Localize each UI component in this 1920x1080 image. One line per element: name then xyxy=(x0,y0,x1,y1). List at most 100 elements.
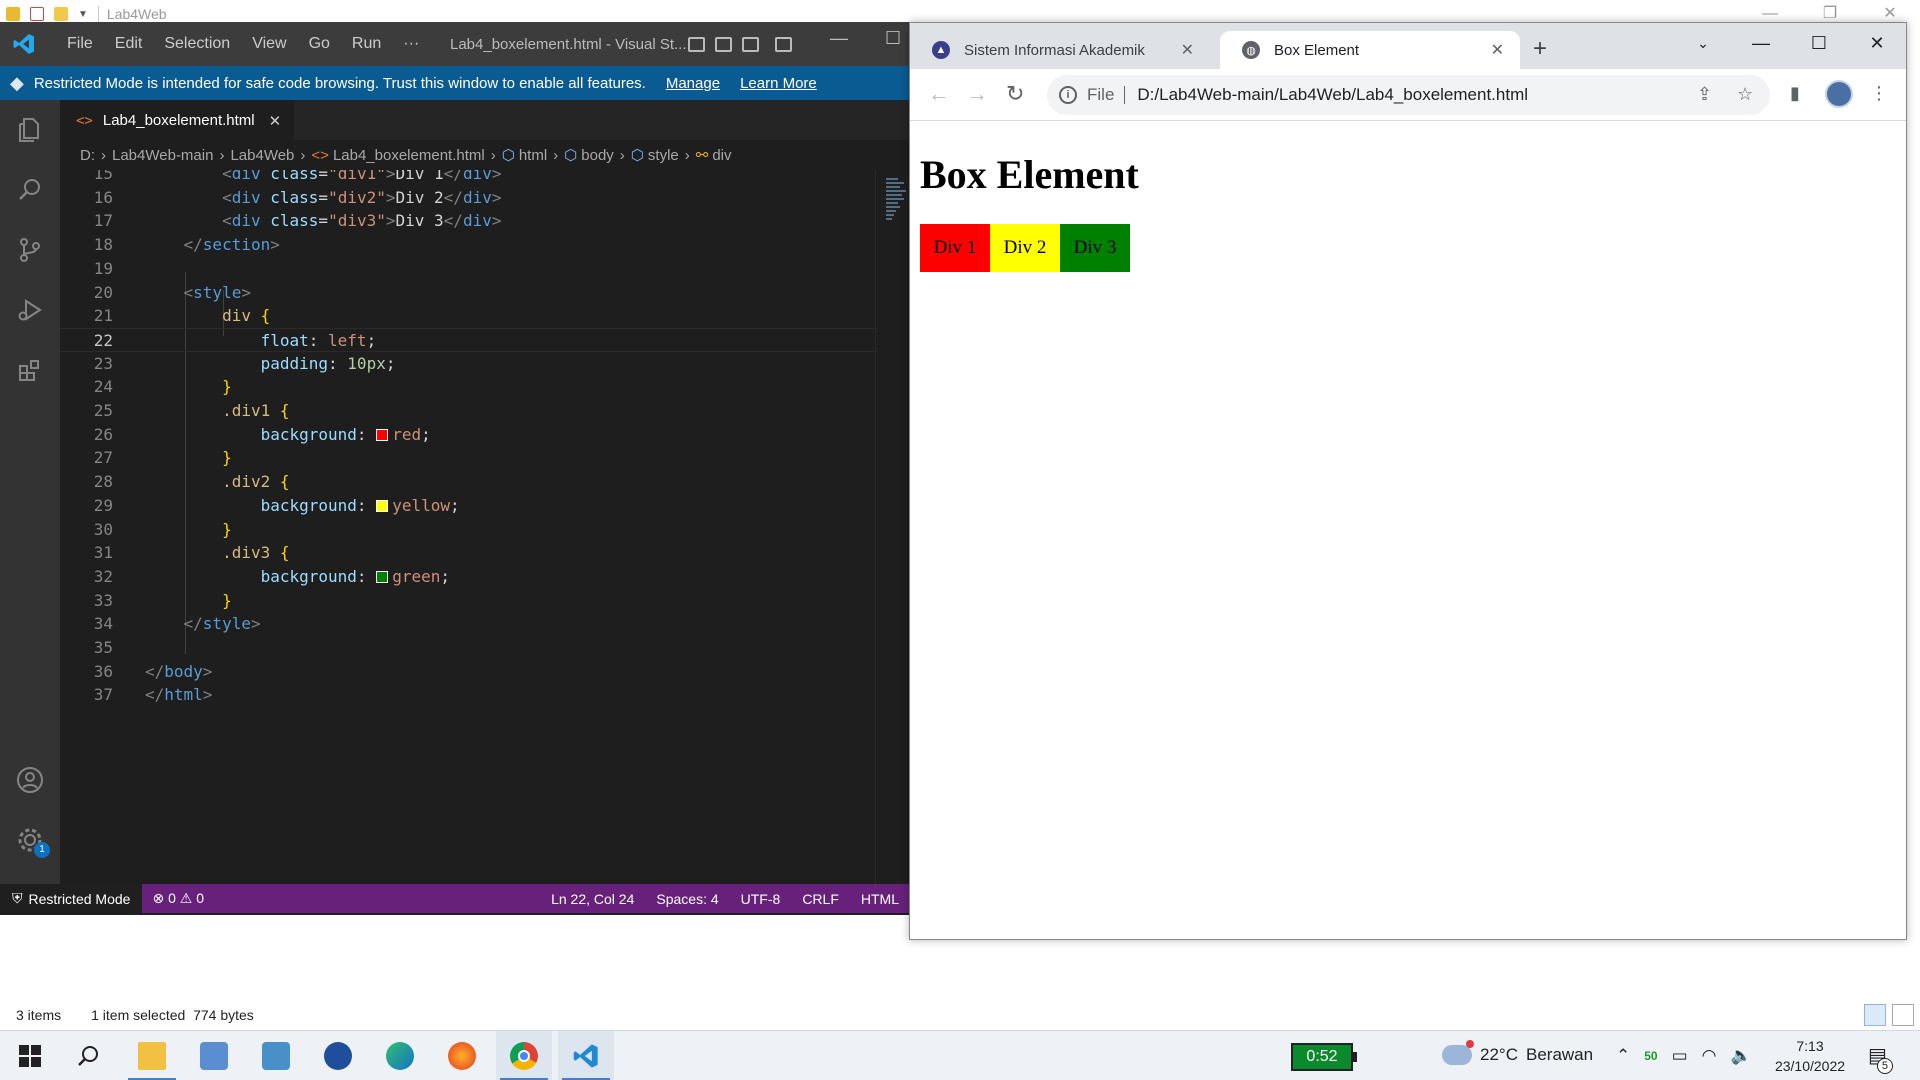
weather-widget[interactable]: 22°C Berawan xyxy=(1442,1040,1593,1065)
profile-avatar[interactable] xyxy=(1825,80,1853,108)
run-debug-icon[interactable] xyxy=(0,280,60,340)
battery-icon[interactable]: ▭ xyxy=(1672,1046,1688,1066)
battery-timer-widget[interactable]: 0:52 xyxy=(1291,1043,1357,1071)
toggle-panel-icon[interactable] xyxy=(715,36,732,52)
tab-close-icon[interactable]: ✕ xyxy=(1181,40,1194,60)
breadcrumb-html[interactable]: html xyxy=(519,147,547,164)
breadcrumb-folder1[interactable]: Lab4Web-main xyxy=(112,147,213,164)
breadcrumb-body[interactable]: body xyxy=(581,147,614,164)
code-line[interactable]: 15 <div class="div1">Div 1</div> xyxy=(60,170,875,186)
manage-link[interactable]: Manage xyxy=(666,75,720,92)
code-line[interactable]: 28 .div2 { xyxy=(60,470,875,494)
breadcrumb-style[interactable]: style xyxy=(648,147,679,164)
properties-icon[interactable] xyxy=(30,7,44,21)
share-icon[interactable]: ⇪ xyxy=(1697,84,1712,105)
taskbar-vscode[interactable] xyxy=(558,1031,614,1080)
reload-button[interactable]: ↻ xyxy=(1006,81,1024,107)
vscode-maximize-button[interactable]: ☐ xyxy=(885,28,901,49)
code-line[interactable]: 26 background: red; xyxy=(60,423,875,447)
chevron-up-icon[interactable]: ⌃ xyxy=(1616,1046,1630,1066)
source-control-icon[interactable] xyxy=(0,220,60,280)
large-icons-view-button[interactable] xyxy=(1892,1004,1914,1026)
code-line[interactable]: 29 background: yellow; xyxy=(60,494,875,518)
breadcrumb-file[interactable]: Lab4_boxelement.html xyxy=(333,147,485,164)
code-line[interactable]: 35 xyxy=(60,636,875,660)
taskbar-app-4[interactable] xyxy=(310,1031,366,1080)
code-line[interactable]: 33 } xyxy=(60,589,875,613)
toggle-secondary-sidebar-icon[interactable] xyxy=(742,36,759,52)
code-line[interactable]: 37 </html> xyxy=(60,683,875,707)
menu-run[interactable]: Run xyxy=(341,35,392,53)
tab-close-icon[interactable]: ✕ xyxy=(269,112,282,130)
code-line[interactable]: 17 <div class="div3">Div 3</div> xyxy=(60,209,875,233)
volume-icon[interactable]: 🔈 xyxy=(1731,1046,1752,1066)
back-button[interactable]: ← xyxy=(928,81,950,107)
end-of-line[interactable]: CRLF xyxy=(802,891,839,907)
menu-more[interactable]: ··· xyxy=(392,35,430,53)
taskbar-firefox[interactable] xyxy=(434,1031,490,1080)
vscode-minimize-button[interactable]: — xyxy=(830,28,848,49)
customize-layout-icon[interactable] xyxy=(775,36,792,52)
new-tab-button[interactable]: + xyxy=(1533,35,1547,63)
code-line[interactable]: 22 float: left; xyxy=(60,327,875,352)
bookmark-star-icon[interactable]: ☆ xyxy=(1737,84,1753,105)
clock[interactable]: 7:13 23/10/2022 xyxy=(1765,1036,1855,1076)
code-line[interactable]: 21 div { xyxy=(60,304,875,328)
code-line[interactable]: 32 background: green; xyxy=(60,565,875,589)
taskbar-edge[interactable] xyxy=(372,1031,428,1080)
menu-selection[interactable]: Selection xyxy=(153,35,241,53)
code-line[interactable]: 36 </body> xyxy=(60,660,875,684)
settings-gear-icon[interactable]: 1 xyxy=(0,810,60,870)
extensions-icon[interactable] xyxy=(0,340,60,400)
quick-access-dropdown-icon[interactable]: ▼ xyxy=(78,9,88,20)
code-line[interactable]: 16 <div class="div2">Div 2</div> xyxy=(60,186,875,210)
tab-sistem-informasi[interactable]: ▲ Sistem Informasi Akademik ✕ xyxy=(910,31,1210,69)
language-mode[interactable]: HTML xyxy=(861,891,899,907)
taskbar-file-explorer[interactable] xyxy=(124,1031,180,1080)
restricted-mode-indicator[interactable]: ⛨ Restricted Mode xyxy=(0,884,143,913)
code-line[interactable]: 24 } xyxy=(60,375,875,399)
taskbar-chrome[interactable] xyxy=(496,1031,552,1080)
breadcrumb-folder2[interactable]: Lab4Web xyxy=(230,147,294,164)
code-line[interactable]: 30 } xyxy=(60,518,875,542)
breadcrumb-div[interactable]: div xyxy=(712,147,731,164)
details-view-button[interactable] xyxy=(1864,1004,1886,1026)
problems-indicator[interactable]: ⊗ 0 ⚠ 0 xyxy=(152,890,204,907)
code-line[interactable]: 27 } xyxy=(60,446,875,470)
cursor-position[interactable]: Ln 22, Col 24 xyxy=(551,891,634,907)
code-line[interactable]: 25 .div1 { xyxy=(60,399,875,423)
encoding[interactable]: UTF-8 xyxy=(741,891,781,907)
menu-kebab-icon[interactable]: ⋮ xyxy=(1870,83,1888,104)
tray-app-badge[interactable]: 50 xyxy=(1644,1049,1657,1063)
search-button[interactable] xyxy=(60,1031,116,1080)
minimap[interactable] xyxy=(875,170,909,884)
tab-lab4-boxelement[interactable]: <> Lab4_boxelement.html ✕ xyxy=(60,100,294,140)
taskbar-app-3[interactable] xyxy=(248,1031,304,1080)
code-line[interactable]: 31 .div3 { xyxy=(60,541,875,565)
address-bar[interactable]: i File D:/Lab4Web-main/Lab4Web/Lab4_boxe… xyxy=(1047,75,1770,115)
code-line[interactable]: 34 </style> xyxy=(60,612,875,636)
indentation[interactable]: Spaces: 4 xyxy=(656,891,718,907)
accounts-icon[interactable] xyxy=(0,750,60,810)
menu-file[interactable]: File xyxy=(56,35,104,53)
taskbar-app-2[interactable] xyxy=(186,1031,242,1080)
toggle-primary-sidebar-icon[interactable] xyxy=(688,36,705,52)
menu-go[interactable]: Go xyxy=(298,35,341,53)
code-line[interactable]: 19 xyxy=(60,257,875,281)
code-line[interactable]: 20 <style> xyxy=(60,281,875,305)
chrome-minimize-button[interactable]: — xyxy=(1732,23,1790,63)
tab-close-icon[interactable]: ✕ xyxy=(1491,40,1504,60)
chrome-maximize-button[interactable]: ☐ xyxy=(1790,23,1848,63)
menu-edit[interactable]: Edit xyxy=(104,35,154,53)
learn-more-link[interactable]: Learn More xyxy=(740,75,817,92)
tab-search-icon[interactable]: ⌄ xyxy=(1674,23,1732,63)
menu-view[interactable]: View xyxy=(241,35,297,53)
code-line[interactable]: 18 </section> xyxy=(60,233,875,257)
new-folder-icon[interactable] xyxy=(54,7,68,21)
start-button[interactable] xyxy=(2,1031,58,1080)
wifi-icon[interactable]: ◠ xyxy=(1702,1046,1717,1066)
notification-center-button[interactable]: ▤ 5 xyxy=(1868,1043,1893,1074)
breadcrumb-drive[interactable]: D: xyxy=(80,147,95,164)
code-editor[interactable]: 15 <div class="div1">Div 1</div> 16 <div … xyxy=(60,170,875,884)
tab-box-element[interactable]: ◍ Box Element ✕ xyxy=(1220,31,1520,69)
